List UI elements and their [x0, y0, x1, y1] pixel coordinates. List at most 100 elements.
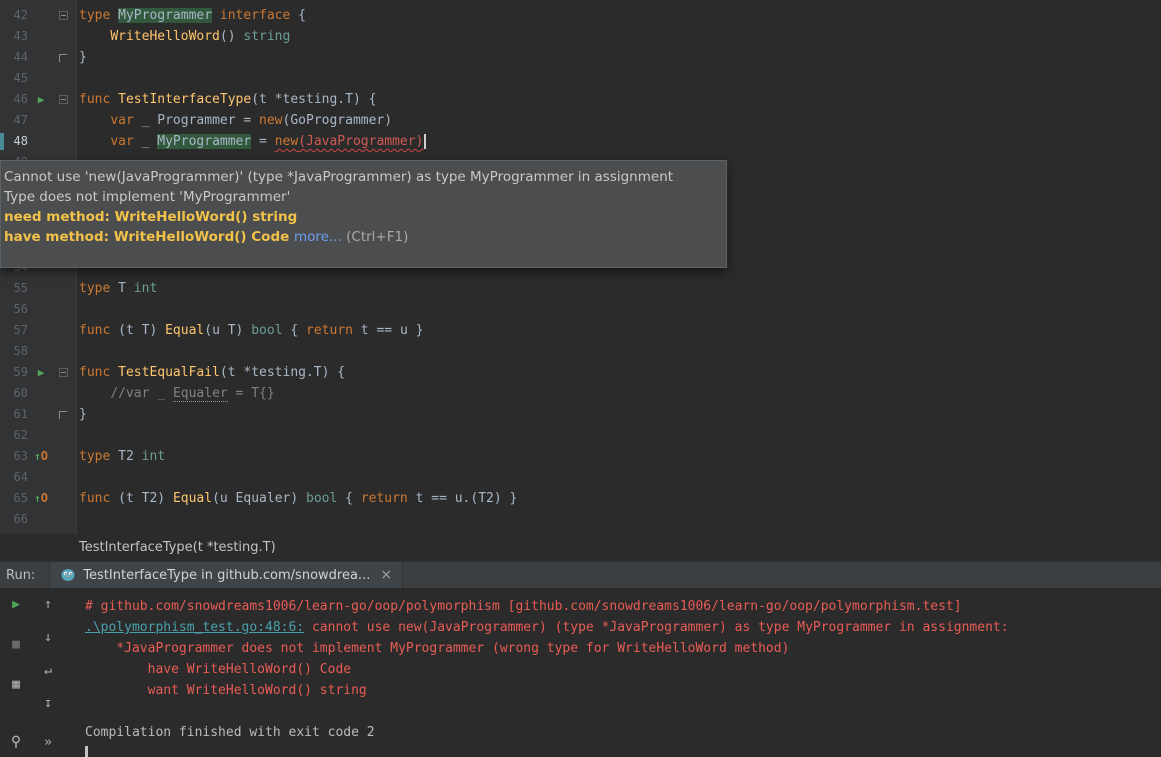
code-line[interactable]: 57func (t T) Equal(u T) bool { return t …	[0, 320, 1161, 341]
gutter-spacer	[28, 509, 54, 530]
code-line[interactable]: 47 var _ Programmer = new(GoProgrammer)	[0, 110, 1161, 131]
code-token: = T{}	[228, 386, 275, 401]
code-line[interactable]: 62	[0, 425, 1161, 446]
code-token	[79, 29, 110, 44]
code-token	[79, 386, 110, 401]
console-text: *JavaProgrammer does not implement MyPro…	[85, 641, 789, 656]
fold-marker[interactable]	[54, 404, 76, 425]
code-text: var _ Programmer = new(GoProgrammer)	[76, 110, 392, 131]
console-output[interactable]: # github.com/snowdreams1006/learn-go/oop…	[64, 589, 1161, 757]
code-token: type	[79, 281, 118, 296]
run-toolbar-left: ▶ ■ ▦	[0, 589, 32, 757]
code-line[interactable]: 48 var _ MyProgrammer = new(JavaProgramm…	[0, 131, 1161, 152]
console-text: cannot use new(JavaProgrammer) (type *Ja…	[304, 620, 1008, 635]
code-line[interactable]: 43 WriteHelloWord() string	[0, 26, 1161, 47]
scroll-to-end-button[interactable]: ↧	[44, 696, 52, 712]
tooltip-text: have method: WriteHelloWord() Code	[4, 229, 294, 245]
override-method-icon[interactable]: ↑O	[28, 488, 54, 509]
more-link[interactable]: more...	[294, 229, 346, 245]
code-text: type MyProgrammer interface {	[76, 5, 306, 26]
fold-marker[interactable]	[54, 362, 76, 383]
code-token: =	[251, 134, 274, 149]
line-number: 61	[4, 404, 28, 425]
line-number: 58	[4, 341, 28, 362]
code-line[interactable]: 58	[0, 341, 1161, 362]
line-number: 63	[4, 446, 28, 467]
console-line: .\polymorphism_test.go:48:6: cannot use …	[85, 617, 1161, 638]
close-tab-icon[interactable]: ×	[380, 567, 392, 583]
tooltip-text: (Ctrl+F1)	[346, 229, 408, 245]
run-test-icon[interactable]: ▶	[28, 89, 54, 110]
go-test-icon	[60, 567, 76, 583]
code-line[interactable]: 65↑Ofunc (t T2) Equal(u Equaler) bool { …	[0, 488, 1161, 509]
code-text: func (t T2) Equal(u Equaler) bool { retu…	[76, 488, 517, 509]
run-test-icon[interactable]: ▶	[28, 362, 54, 383]
console-line: have WriteHelloWord() Code	[85, 659, 1161, 680]
code-text: type T int	[76, 278, 157, 299]
breadcrumb-text: TestInterfaceType(t *testing.T)	[79, 540, 276, 555]
gutter-spacer	[28, 47, 54, 68]
code-text: //var _ Equaler = T{}	[76, 383, 275, 404]
run-tab-label: TestInterfaceType in github.com/snowdrea…	[83, 568, 370, 583]
code-line[interactable]: 63↑Otype T2 int	[0, 446, 1161, 467]
code-line[interactable]: 56	[0, 299, 1161, 320]
fold-marker[interactable]	[54, 47, 76, 68]
line-number: 62	[4, 425, 28, 446]
gutter-spacer	[28, 26, 54, 47]
tooltip-text: Cannot use 'new(JavaProgrammer)' (type *…	[4, 169, 673, 185]
code-line[interactable]: 42type MyProgrammer interface {	[0, 5, 1161, 26]
run-tab-bar: Run: TestInterfaceType in github.com/sno…	[0, 561, 1161, 589]
error-tooltip: Cannot use 'new(JavaProgrammer)' (type *…	[0, 160, 727, 268]
up-stack-trace-button[interactable]: ↑	[44, 597, 52, 613]
pin-icon[interactable]	[10, 735, 22, 751]
code-token: (u T)	[204, 323, 251, 338]
console-caret	[85, 746, 88, 757]
code-token: T2	[118, 449, 141, 464]
code-line[interactable]: 66	[0, 509, 1161, 530]
code-token: {	[283, 323, 306, 338]
rerun-button[interactable]: ▶	[12, 597, 20, 613]
code-line[interactable]: 64	[0, 467, 1161, 488]
code-token: }	[79, 407, 87, 422]
error-tooltip-lines: Cannot use 'new(JavaProgrammer)' (type *…	[4, 167, 718, 247]
breadcrumb[interactable]: TestInterfaceType(t *testing.T)	[0, 534, 1161, 561]
override-method-icon[interactable]: ↑O	[28, 446, 54, 467]
fold-marker[interactable]	[54, 89, 76, 110]
code-token	[79, 113, 110, 128]
line-number: 45	[4, 68, 28, 89]
fold-spacer	[54, 68, 76, 89]
fold-marker[interactable]	[54, 5, 76, 26]
console-lines: # github.com/snowdreams1006/learn-go/oop…	[85, 596, 1161, 743]
code-token: ()	[220, 29, 243, 44]
soft-wrap-button[interactable]: ↵	[44, 663, 52, 679]
code-line[interactable]: 60 //var _ Equaler = T{}	[0, 383, 1161, 404]
code-line[interactable]: 44}	[0, 47, 1161, 68]
fold-spacer	[54, 278, 76, 299]
console-text: have WriteHelloWord() Code	[85, 662, 351, 677]
fold-spacer	[54, 26, 76, 47]
more-options-chevron[interactable]: »	[44, 735, 52, 751]
code-line[interactable]: 46▶func TestInterfaceType(t *testing.T) …	[0, 89, 1161, 110]
code-text	[76, 299, 79, 320]
code-editor[interactable]: 42type MyProgrammer interface {43 WriteH…	[0, 0, 1161, 534]
code-token	[212, 8, 220, 23]
tooltip-line: have method: WriteHelloWord() Code more.…	[4, 227, 718, 247]
code-text: func TestInterfaceType(t *testing.T) {	[76, 89, 376, 110]
line-number: 47	[4, 110, 28, 131]
code-line[interactable]: 45	[0, 68, 1161, 89]
console-line: Compilation finished with exit code 2	[85, 722, 1161, 743]
code-token: Equal	[173, 491, 212, 506]
code-line[interactable]: 55type T int	[0, 278, 1161, 299]
code-line[interactable]: 59▶func TestEqualFail(t *testing.T) {	[0, 362, 1161, 383]
code-token: _ Programmer =	[134, 113, 259, 128]
gutter-spacer	[28, 383, 54, 404]
test-grid-icon[interactable]: ▦	[12, 677, 20, 693]
file-link[interactable]: .\polymorphism_test.go:48:6:	[85, 620, 304, 635]
stop-button[interactable]: ■	[12, 637, 20, 653]
code-text	[76, 68, 79, 89]
down-stack-trace-button[interactable]: ↓	[44, 630, 52, 646]
fold-spacer	[54, 341, 76, 362]
run-tab[interactable]: TestInterfaceType in github.com/snowdrea…	[49, 562, 403, 588]
code-line[interactable]: 61}	[0, 404, 1161, 425]
code-token: bool	[251, 323, 282, 338]
